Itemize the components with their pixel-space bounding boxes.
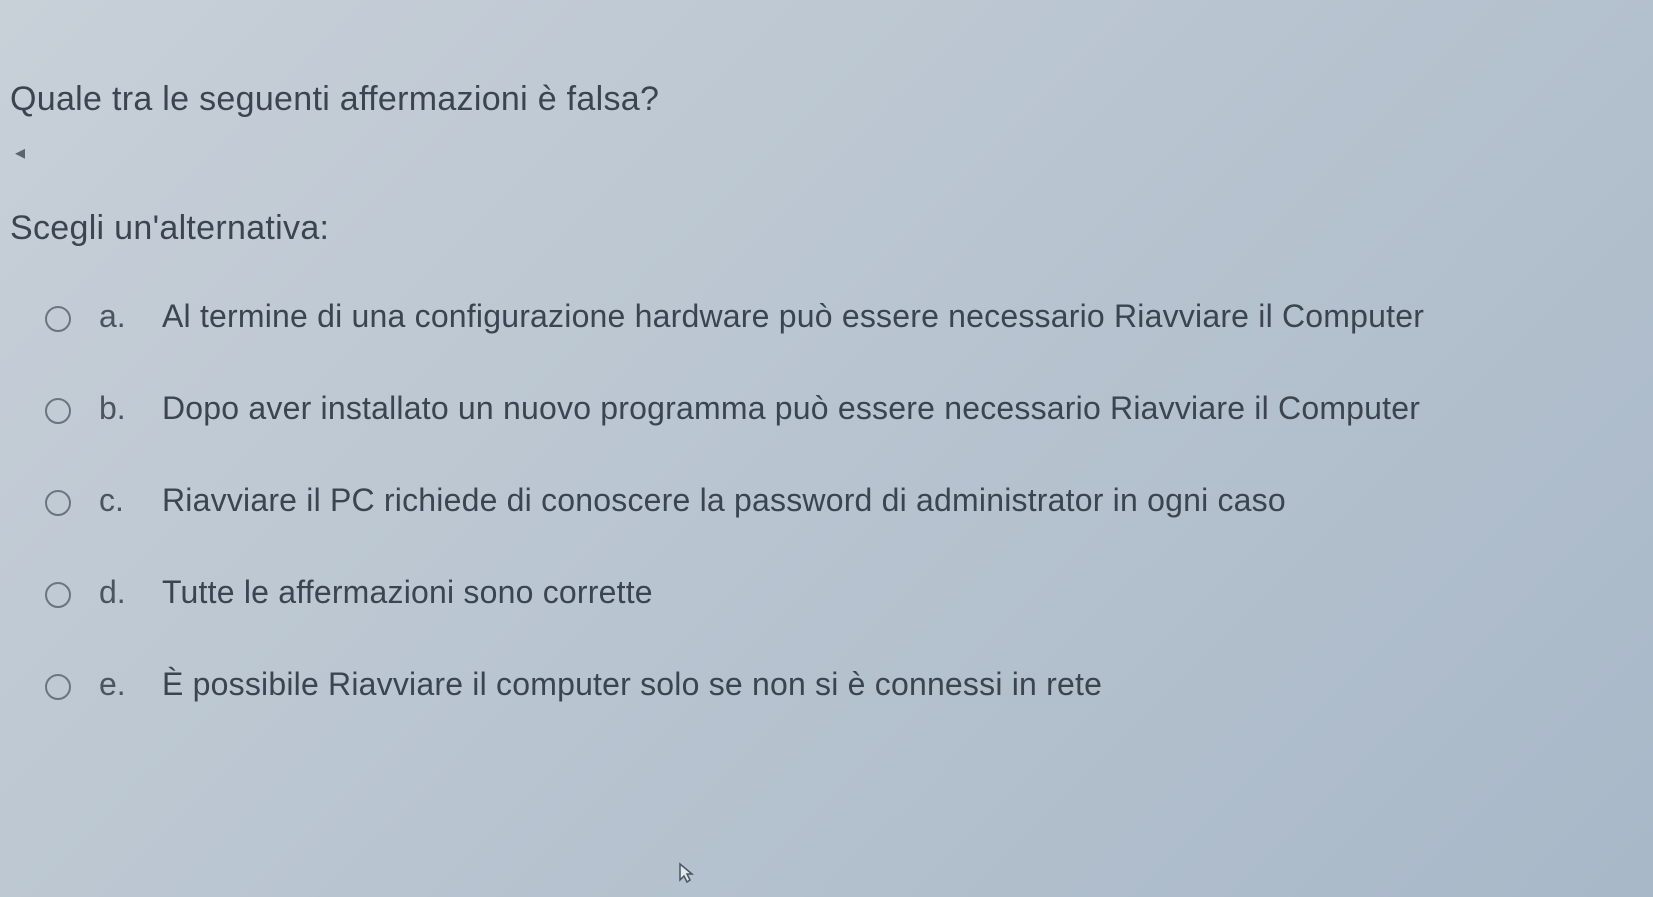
back-arrow-icon: ◂ [15,140,25,165]
option-b: b. Dopo aver installato un nuovo program… [45,390,1643,427]
option-text[interactable]: Al termine di una configurazione hardwar… [162,298,1424,335]
quiz-container: Quale tra le seguenti affermazioni è fal… [0,0,1653,798]
option-d: d. Tutte le affermazioni sono corrette [45,574,1643,611]
option-text[interactable]: È possibile Riavviare il computer solo s… [162,666,1102,703]
option-letter: a. [99,298,134,335]
option-letter: e. [99,666,134,703]
option-e: e. È possibile Riavviare il computer sol… [45,666,1643,703]
option-a: a. Al termine di una configurazione hard… [45,298,1643,335]
radio-button-b[interactable] [45,398,71,424]
radio-button-a[interactable] [45,306,71,332]
radio-button-c[interactable] [45,490,71,516]
instruction-text: Scegli un'alternativa: [10,209,1643,248]
pointer-cursor-icon [670,860,702,892]
options-list: a. Al termine di una configurazione hard… [10,298,1643,703]
option-letter: d. [99,574,134,611]
radio-button-e[interactable] [45,674,71,700]
option-text[interactable]: Tutte le affermazioni sono corrette [162,574,653,611]
option-text[interactable]: Riavviare il PC richiede di conoscere la… [162,482,1286,519]
option-c: c. Riavviare il PC richiede di conoscere… [45,482,1643,519]
radio-button-d[interactable] [45,582,71,608]
option-letter: b. [99,390,134,427]
question-text: Quale tra le seguenti affermazioni è fal… [10,80,1643,119]
option-letter: c. [99,482,134,519]
option-text[interactable]: Dopo aver installato un nuovo programma … [162,390,1420,427]
